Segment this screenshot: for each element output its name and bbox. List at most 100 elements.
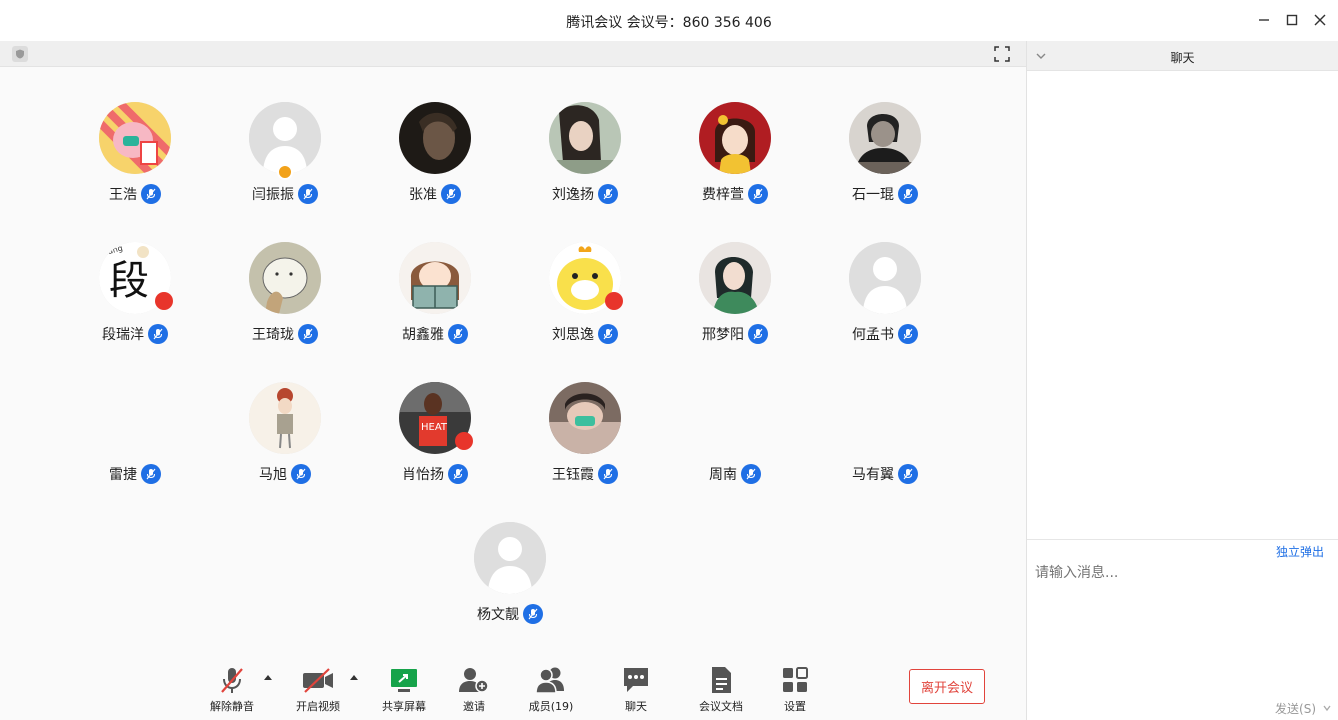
mic-muted-icon — [298, 324, 318, 344]
settings-label: 设置 — [784, 700, 806, 713]
start-video-button[interactable]: 开启视频 — [286, 665, 350, 715]
participant-tile[interactable]: 马旭 — [215, 382, 355, 492]
participant-name-row: 马有翼 — [815, 464, 955, 484]
leave-meeting-button[interactable]: 离开会议 — [909, 669, 985, 704]
meeting-docs-button[interactable]: 会议文档 — [689, 665, 753, 715]
mic-muted-icon — [221, 668, 243, 693]
flag-badge-icon — [155, 292, 173, 310]
chat-title: 聊天 — [1170, 51, 1195, 65]
settings-button[interactable]: 设置 — [763, 665, 827, 715]
gallery-area: 王浩 闫振振 张准 刘逸扬 费梓萱 石一琨段 uang 段瑞洋 王琦珑 胡鑫雅 刘思逸 邢梦阳 何孟书雷… — [0, 41, 1026, 720]
members-icon — [535, 667, 564, 694]
avatar — [99, 102, 171, 174]
participant-tile[interactable]: 段 uang 段瑞洋 — [65, 242, 205, 352]
title-bar: 腾讯会议 会议号：860 356 406 — [0, 0, 1338, 41]
send-button[interactable]: 发送(S) — [1275, 700, 1316, 717]
participant-name: 杨文靓 — [477, 607, 519, 623]
participant-name: 张准 — [409, 187, 437, 203]
mic-muted-icon — [148, 324, 168, 344]
participant-tile[interactable]: 何孟书 — [815, 242, 955, 352]
chat-header: 聊天 — [1027, 41, 1338, 71]
mic-muted-icon — [748, 184, 768, 204]
participant-name-row: 张准 — [365, 184, 505, 204]
unmute-button[interactable]: 解除静音 — [200, 665, 264, 715]
avatar — [399, 242, 471, 314]
chat-messages — [1027, 72, 1338, 538]
mic-muted-icon — [898, 324, 918, 344]
mic-muted-icon — [523, 604, 543, 624]
participant-name: 王浩 — [109, 187, 137, 203]
mic-muted-icon — [448, 324, 468, 344]
video-options-caret-icon[interactable] — [349, 673, 359, 683]
fullscreen-icon[interactable] — [994, 46, 1010, 62]
mic-muted-icon — [141, 464, 161, 484]
participant-name: 段瑞洋 — [102, 327, 144, 343]
invite-label: 邀请 — [463, 700, 485, 713]
participant-tile[interactable]: 周南 — [665, 382, 805, 492]
close-button[interactable] — [1308, 8, 1332, 32]
invite-button[interactable]: 邀请 — [442, 665, 506, 715]
participant-name-row: 何孟书 — [815, 324, 955, 344]
members-button[interactable]: 成员(19) — [519, 665, 583, 715]
participant-tile[interactable]: 刘思逸 — [515, 242, 655, 352]
audio-options-caret-icon[interactable] — [263, 673, 273, 683]
popout-chat-link[interactable]: 独立弹出 — [1276, 543, 1324, 560]
members-label: 成员(19) — [528, 700, 574, 713]
avatar — [849, 102, 921, 174]
chat-button[interactable]: 聊天 — [604, 665, 668, 715]
close-icon — [1314, 14, 1326, 26]
participant-name: 胡鑫雅 — [402, 327, 444, 343]
host-badge-icon — [277, 164, 293, 180]
participant-tile[interactable]: 马有翼 — [815, 382, 955, 492]
chat-message-input[interactable] — [1035, 561, 1325, 585]
chat-separator — [1027, 539, 1338, 540]
participant-name: 肖怡扬 — [402, 467, 444, 483]
participant-tile[interactable]: 王钰霞 — [515, 382, 655, 492]
participant-name-row: 刘逸扬 — [515, 184, 655, 204]
maximize-button[interactable] — [1280, 8, 1304, 32]
participant-tile[interactable]: 石一琨 — [815, 102, 955, 212]
camera-off-icon — [303, 668, 333, 693]
participant-name: 雷捷 — [109, 467, 137, 483]
participant-tile[interactable]: 闫振振 — [215, 102, 355, 212]
avatar — [249, 242, 321, 314]
participant-name-row: 王钰霞 — [515, 464, 655, 484]
minimize-button[interactable] — [1252, 8, 1276, 32]
participant-tile[interactable]: 杨文靓 — [440, 522, 580, 632]
security-shield-icon[interactable] — [12, 46, 28, 62]
participant-name: 费梓萱 — [702, 187, 744, 203]
share-screen-button[interactable]: 共享屏幕 — [372, 665, 436, 715]
participant-name: 王钰霞 — [552, 467, 594, 483]
avatar — [849, 242, 921, 314]
participant-name-row: 肖怡扬 — [365, 464, 505, 484]
participant-name: 马旭 — [259, 467, 287, 483]
participant-name-row: 胡鑫雅 — [365, 324, 505, 344]
mic-muted-icon — [298, 184, 318, 204]
avatar — [549, 382, 621, 454]
send-options-chevron-icon[interactable] — [1322, 703, 1332, 713]
participant-name-row: 雷捷 — [65, 464, 205, 484]
participant-tile[interactable]: 邢梦阳 — [665, 242, 805, 352]
participant-name: 刘思逸 — [552, 327, 594, 343]
mic-muted-icon — [598, 184, 618, 204]
participant-tile[interactable]: 雷捷 — [65, 382, 205, 492]
chat-panel: 聊天 独立弹出 发送(S) — [1027, 41, 1338, 720]
mic-muted-icon — [598, 324, 618, 344]
svg-text:HEAT: HEAT — [421, 422, 448, 433]
mic-muted-icon — [441, 184, 461, 204]
participant-name-row: 费梓萱 — [665, 184, 805, 204]
participant-tile[interactable]: 费梓萱 — [665, 102, 805, 212]
invite-user-icon — [459, 668, 489, 693]
participant-name: 石一琨 — [852, 187, 894, 203]
flag-badge-icon — [605, 292, 623, 310]
participant-tile[interactable]: 张准 — [365, 102, 505, 212]
avatar — [699, 102, 771, 174]
participant-tile[interactable]: 胡鑫雅 — [365, 242, 505, 352]
participant-tile[interactable]: 王琦珑 — [215, 242, 355, 352]
mic-muted-icon — [741, 464, 761, 484]
meeting-toolbar: 解除静音 开启视频 共享屏幕 邀请 成员(19) 聊天 会议文档 设置 离开会议 — [0, 661, 1026, 720]
participant-tile[interactable]: 王浩 — [65, 102, 205, 212]
participant-tile[interactable]: 刘逸扬 — [515, 102, 655, 212]
unmute-label: 解除静音 — [210, 700, 254, 713]
participant-tile[interactable]: HEAT 肖怡扬 — [365, 382, 505, 492]
